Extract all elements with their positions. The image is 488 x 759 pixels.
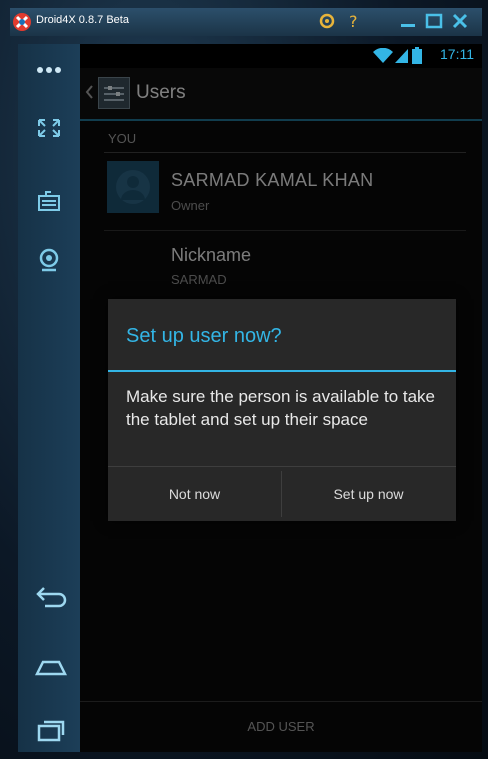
android-home-button[interactable]	[18, 642, 80, 686]
maximize-icon[interactable]	[424, 11, 444, 31]
not-now-button[interactable]: Not now	[108, 467, 281, 521]
window-title: Droid4X 0.8.7 Beta	[36, 14, 129, 26]
sidebar-keyboard-button[interactable]	[18, 180, 80, 224]
back-icon	[36, 587, 67, 608]
home-icon	[34, 660, 68, 676]
emulator-sidebar	[18, 44, 80, 752]
sidebar-menu-button[interactable]	[18, 48, 80, 92]
signal-icon	[395, 49, 408, 63]
close-icon[interactable]	[450, 11, 470, 31]
fullscreen-icon	[38, 119, 60, 137]
dialog-title: Set up user now?	[126, 325, 282, 347]
wifi-icon	[373, 48, 393, 63]
status-clock: 17:11	[440, 46, 474, 62]
battery-icon	[412, 47, 422, 64]
camera-icon	[39, 248, 59, 272]
emulator-window: Droid4X 0.8.7 Beta ? 17:11 Users YOU SAR…	[0, 0, 488, 759]
set-up-now-button[interactable]: Set up now	[282, 467, 455, 521]
droid4x-logo-icon	[13, 13, 31, 31]
keyboard-icon	[38, 191, 60, 211]
android-recent-apps-button[interactable]	[18, 708, 80, 752]
android-back-button[interactable]	[18, 574, 80, 618]
recent-apps-icon	[37, 720, 65, 742]
settings-icon[interactable]	[317, 11, 337, 31]
sidebar-fullscreen-button[interactable]	[18, 106, 80, 150]
menu-dots-icon	[37, 67, 61, 73]
svg-text:?: ?	[349, 12, 358, 31]
setup-user-dialog: Set up user now? Make sure the person is…	[108, 299, 456, 521]
dialog-message: Make sure the person is available to tak…	[126, 387, 436, 429]
minimize-icon[interactable]	[398, 11, 418, 31]
dialog-title-divider	[108, 370, 456, 372]
help-icon[interactable]: ?	[344, 11, 364, 31]
android-screen: 17:11 Users YOU SARMAD KAMAL KHAN Owner …	[80, 44, 482, 752]
sidebar-camera-button[interactable]	[18, 238, 80, 282]
